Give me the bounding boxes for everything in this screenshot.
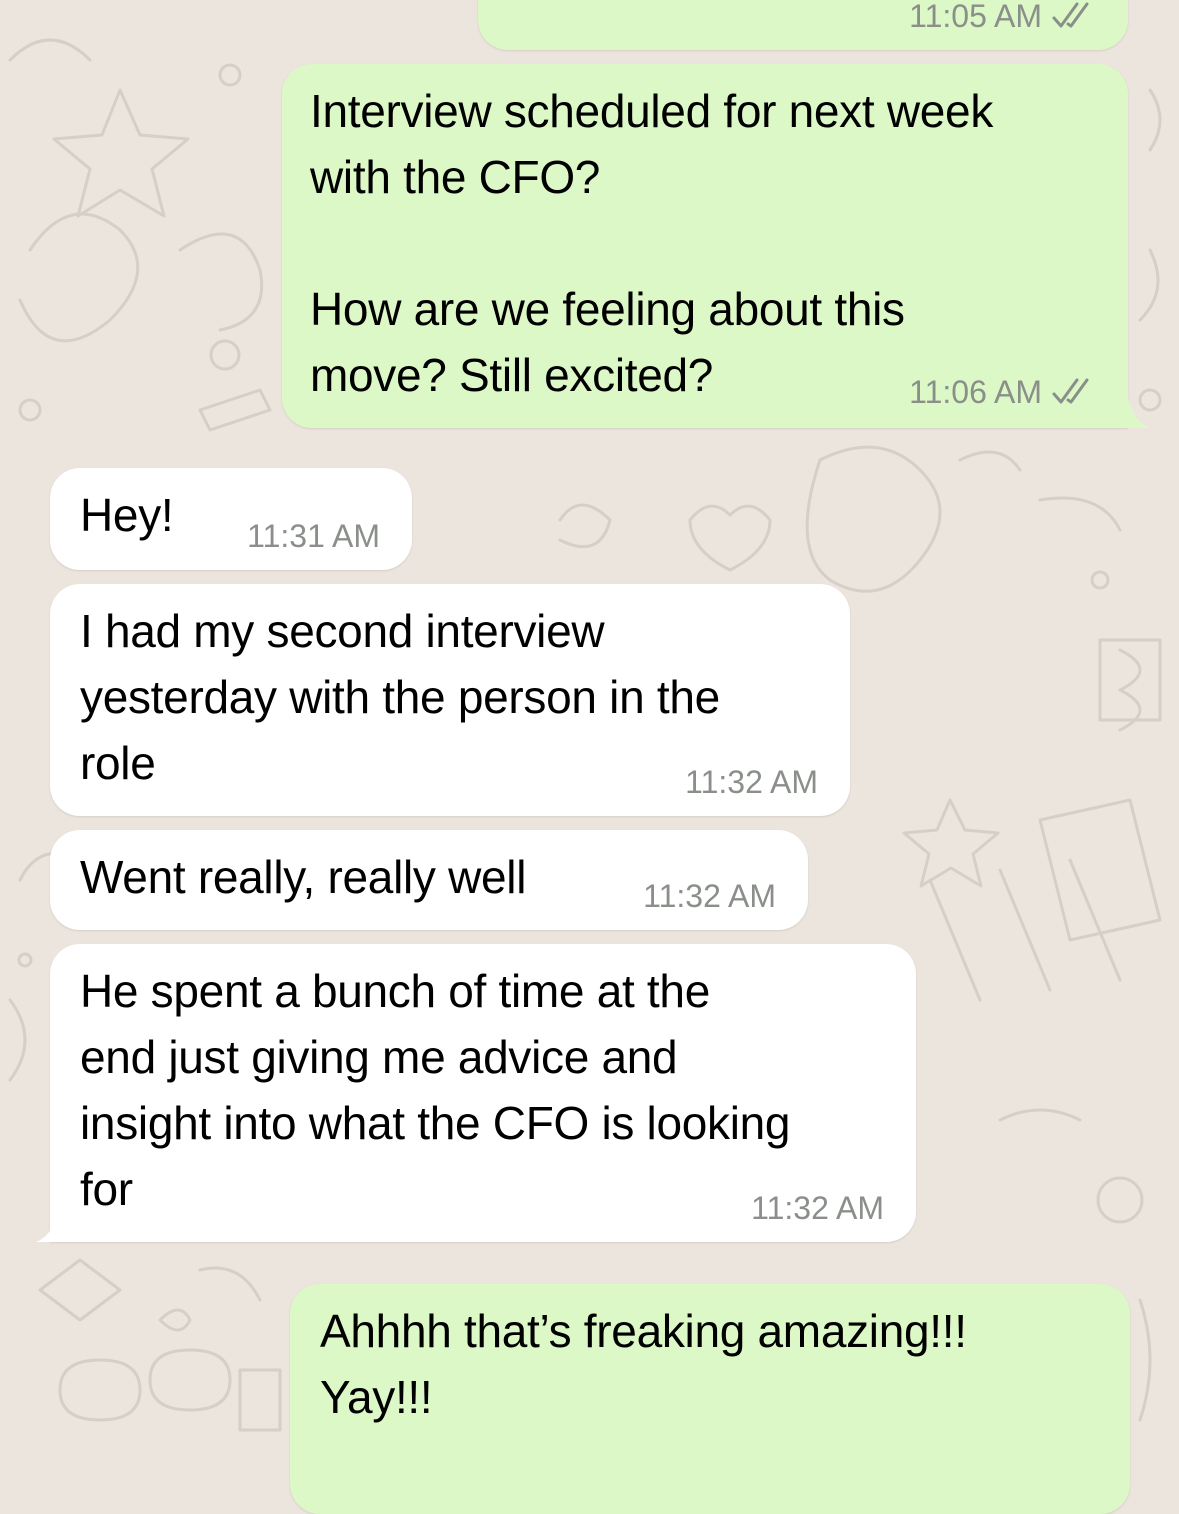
- message-meta: 11:05 AM: [909, 0, 1098, 34]
- message-text: Interview scheduled for next week with t…: [310, 85, 994, 401]
- bubble-tail: [36, 1212, 68, 1242]
- chat-thread: 11:05 AM Interview scheduled for next we…: [0, 0, 1179, 1514]
- message-text: Ahhhh that’s freaking amazing!!! Yay!!!: [320, 1305, 967, 1423]
- double-check-icon: [1052, 378, 1089, 404]
- message-time: 11:31 AM: [247, 518, 380, 554]
- message-text: He spent a bunch of time at the end just…: [80, 965, 791, 1215]
- bubble-tail: [1118, 398, 1150, 428]
- message-meta: 11:32 AM: [751, 1190, 884, 1226]
- message-bubble-incoming[interactable]: Went really, really well 11:32 AM: [50, 830, 808, 930]
- message-time: 11:32 AM: [751, 1190, 884, 1226]
- message-meta: 11:31 AM: [247, 518, 380, 554]
- message-meta: 11:06 AM: [909, 374, 1098, 410]
- message-bubble-incoming[interactable]: Hey! 11:31 AM: [50, 468, 412, 570]
- message-bubble-outgoing[interactable]: Ahhhh that’s freaking amazing!!! Yay!!!: [290, 1284, 1130, 1514]
- message-text: Went really, really well: [80, 851, 527, 903]
- message-meta: 11:32 AM: [643, 878, 776, 914]
- message-time: 11:32 AM: [643, 878, 776, 914]
- message-time: 11:05 AM: [909, 0, 1042, 34]
- message-meta: 11:32 AM: [685, 764, 818, 800]
- message-time: 11:32 AM: [685, 764, 818, 800]
- double-check-icon: [1052, 2, 1089, 28]
- message-bubble-outgoing[interactable]: 11:05 AM: [478, 0, 1128, 50]
- message-time: 11:06 AM: [909, 374, 1042, 410]
- message-text: Hey!: [80, 489, 174, 541]
- message-bubble-incoming[interactable]: He spent a bunch of time at the end just…: [50, 944, 916, 1242]
- message-bubble-incoming[interactable]: I had my second interview yesterday with…: [50, 584, 850, 816]
- message-bubble-outgoing[interactable]: Interview scheduled for next week with t…: [282, 64, 1128, 428]
